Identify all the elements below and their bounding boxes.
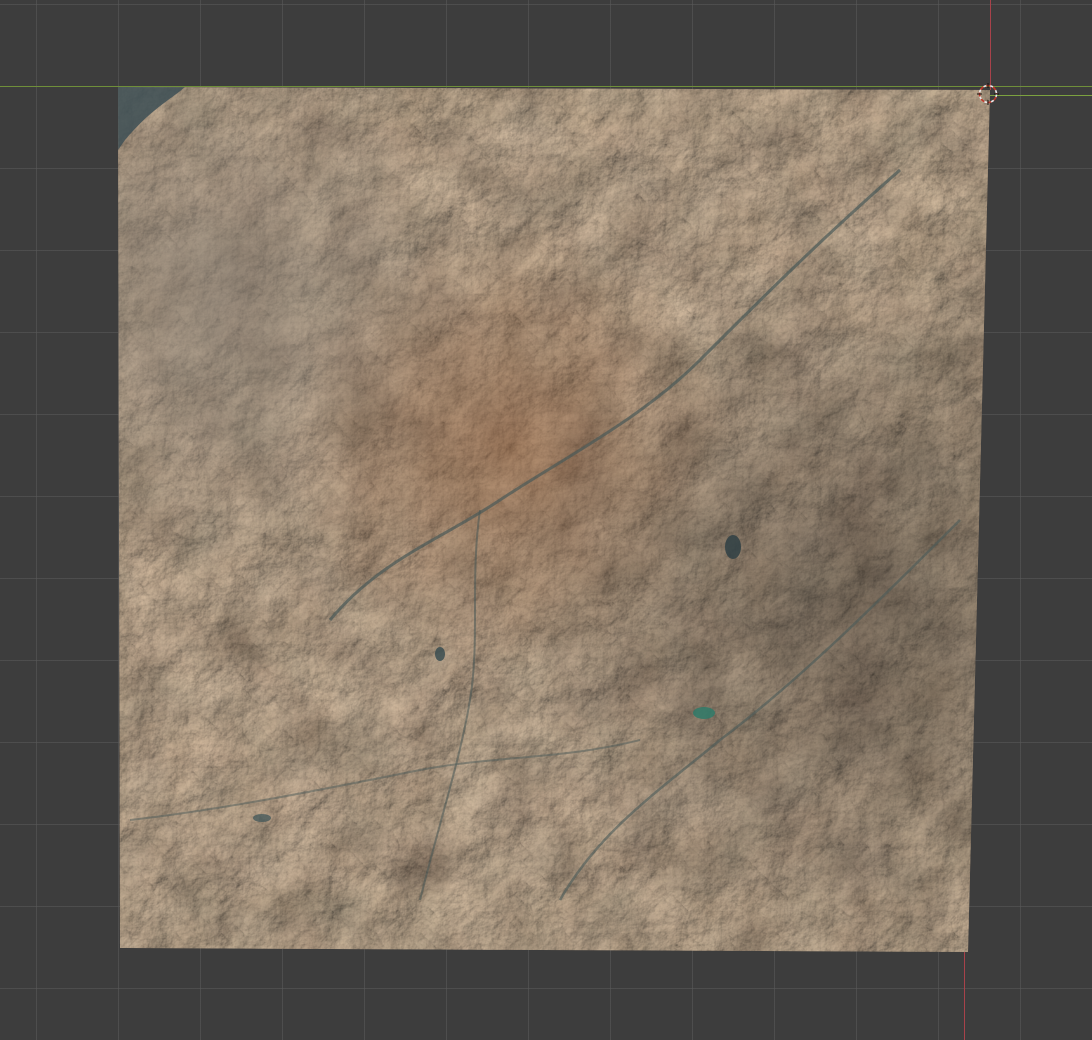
terrain-plane[interactable] xyxy=(0,0,1092,1040)
3d-cursor-icon[interactable] xyxy=(977,83,999,105)
3d-viewport[interactable] xyxy=(0,0,1092,1040)
